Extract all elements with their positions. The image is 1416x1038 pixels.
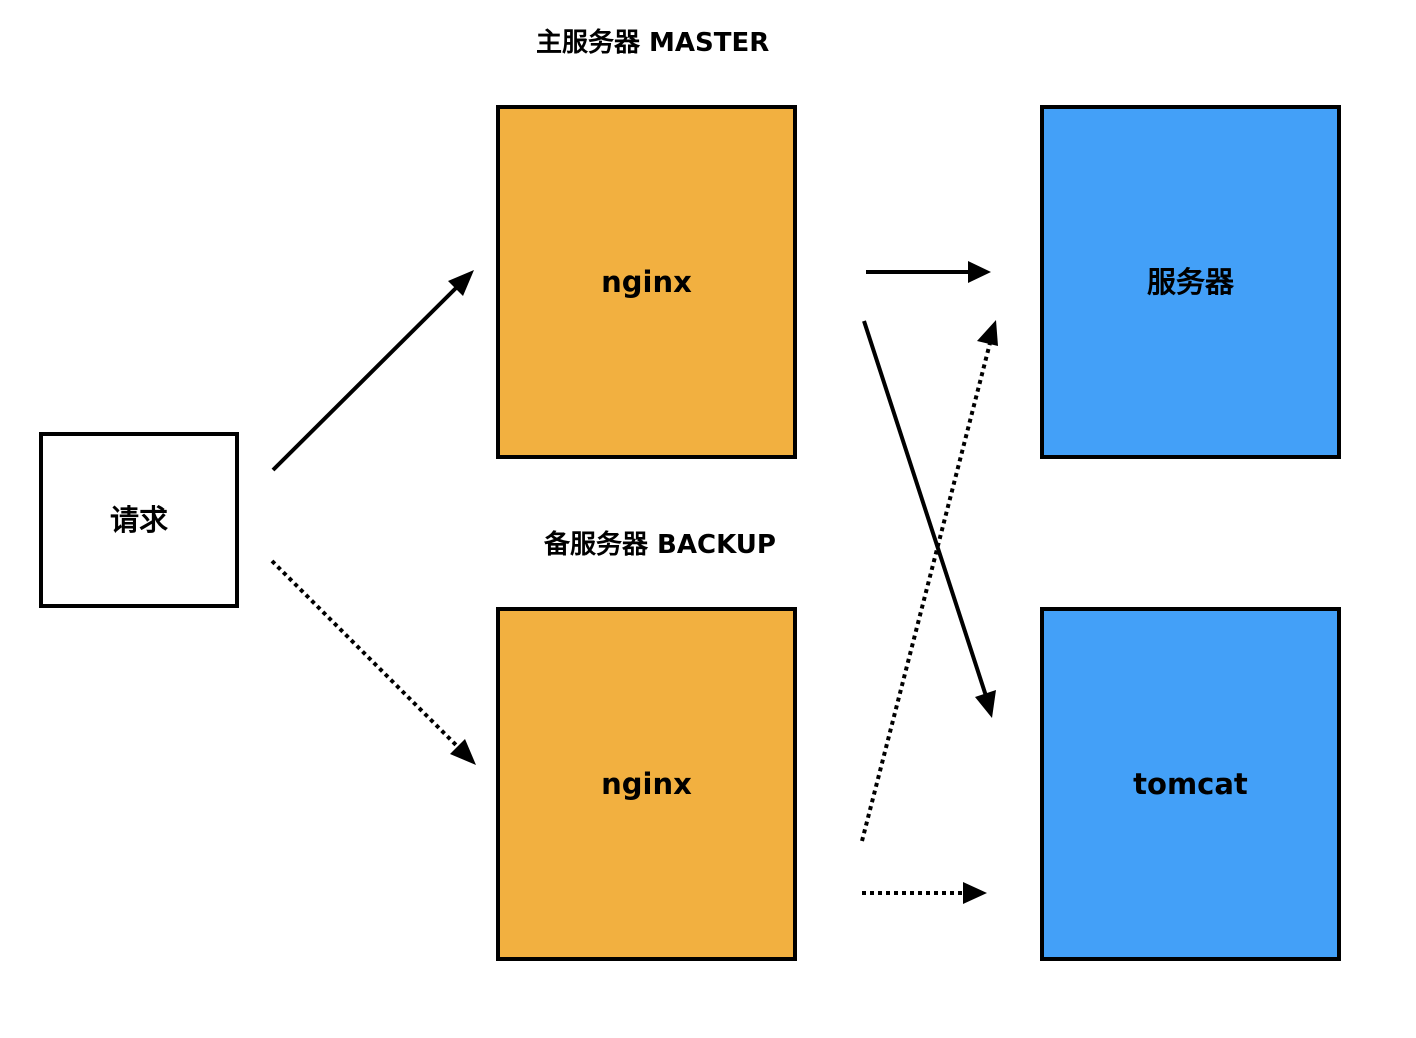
edge-nginx-master-to-tomcat (862, 320, 996, 718)
edge-nginx-backup-to-tomcat (862, 882, 987, 904)
edge-nginx-backup-to-server (860, 320, 998, 842)
edge-request-to-nginx-backup (270, 559, 476, 765)
edge-nginx-master-to-server (866, 261, 991, 283)
edge-request-to-nginx-master (271, 270, 474, 472)
edges-layer (270, 261, 998, 904)
